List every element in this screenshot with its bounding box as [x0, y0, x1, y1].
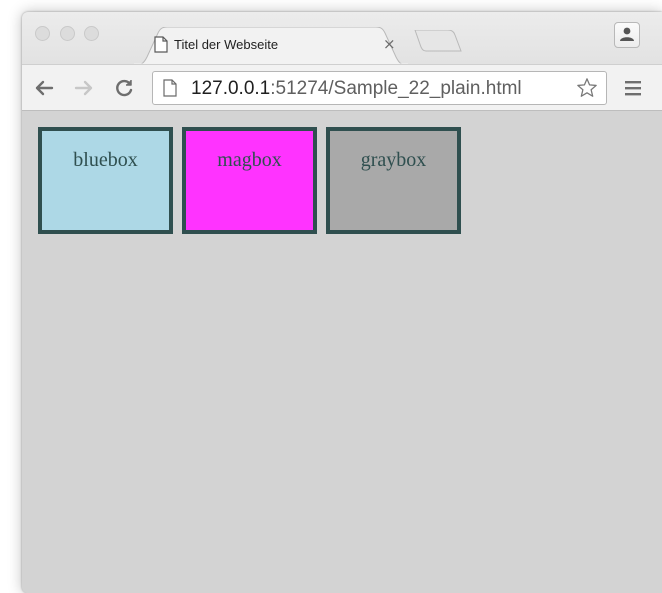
- page-content: bluebox magbox graybox: [22, 111, 662, 593]
- back-arrow-icon[interactable]: [34, 78, 54, 98]
- close-window-button[interactable]: [35, 26, 50, 41]
- title-bar: Titel der Webseite ×: [22, 12, 662, 65]
- forward-arrow-icon[interactable]: [74, 78, 94, 98]
- url-path: :51274/Sample_22_plain.html: [270, 78, 522, 99]
- tab-close-icon[interactable]: ×: [383, 35, 396, 53]
- address-bar[interactable]: 127.0.0.1:51274/Sample_22_plain.html: [152, 71, 607, 105]
- browser-window: Titel der Webseite × 127.0.0.1:51274/Sam…: [22, 12, 662, 593]
- toolbar: 127.0.0.1:51274/Sample_22_plain.html: [22, 64, 662, 111]
- menu-icon[interactable]: [624, 79, 642, 97]
- url-host: 127.0.0.1: [191, 78, 271, 99]
- url-text[interactable]: 127.0.0.1:51274/Sample_22_plain.html: [191, 78, 522, 100]
- person-icon: [620, 27, 634, 41]
- minimize-window-button[interactable]: [60, 26, 75, 41]
- profile-button[interactable]: [614, 22, 640, 48]
- maximize-window-button[interactable]: [84, 26, 99, 41]
- bluebox: bluebox: [38, 127, 173, 234]
- tab-title: Titel der Webseite: [174, 37, 279, 52]
- page-icon: [163, 79, 177, 102]
- star-icon[interactable]: [576, 77, 598, 99]
- reload-icon[interactable]: [114, 78, 134, 98]
- graybox: graybox: [326, 127, 461, 234]
- magbox: magbox: [182, 127, 317, 234]
- new-tab-button[interactable]: [414, 30, 462, 52]
- tab-active[interactable]: Titel der Webseite ×: [134, 27, 408, 65]
